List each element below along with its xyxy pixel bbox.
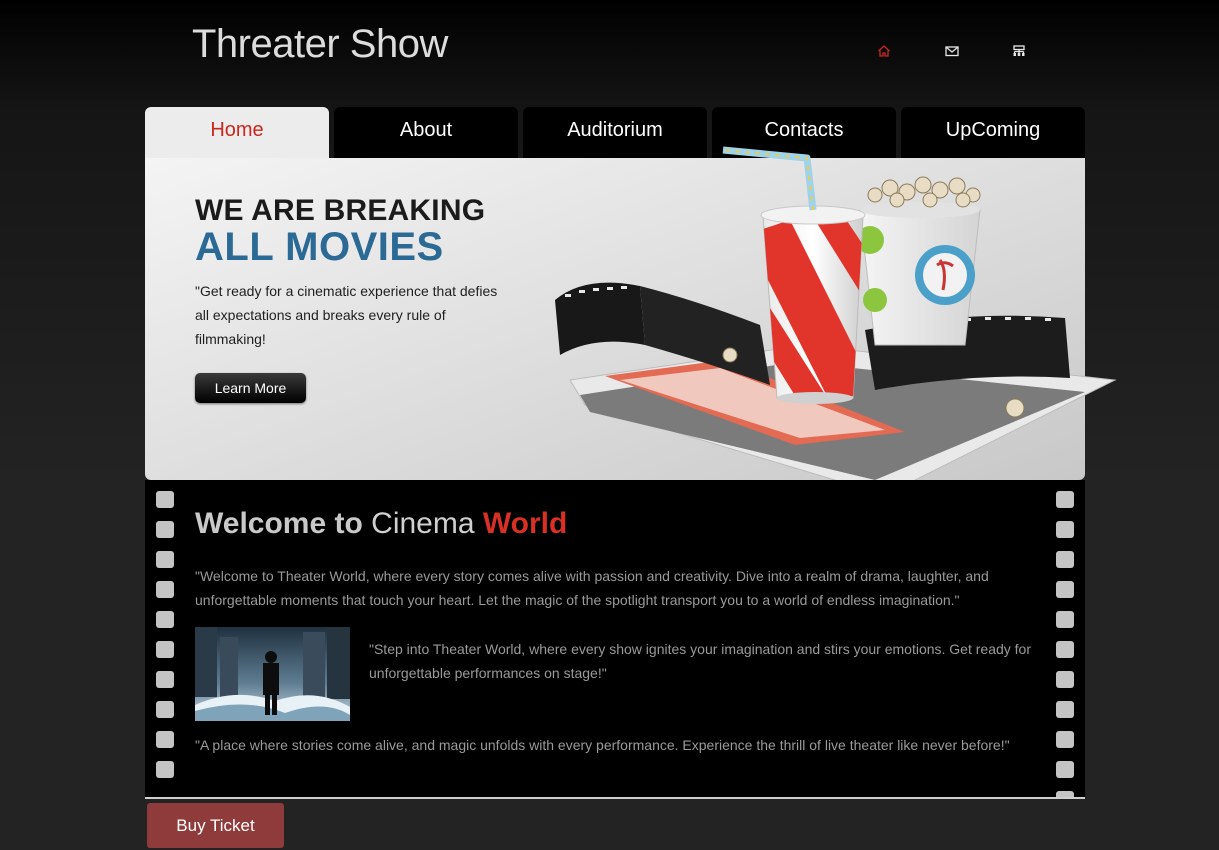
tab-home[interactable]: Home xyxy=(145,107,329,158)
film-perforation xyxy=(156,521,174,538)
welcome-heading: Welcome to Cinema World xyxy=(195,507,567,541)
film-perforation xyxy=(156,611,174,628)
film-perforation xyxy=(1056,701,1074,718)
film-perforation xyxy=(1056,611,1074,628)
film-perforation xyxy=(156,701,174,718)
sitemap-icon[interactable] xyxy=(1011,43,1027,59)
film-perforation xyxy=(1056,521,1074,538)
hero-heading: WE ARE BREAKING xyxy=(195,194,486,227)
film-perforation xyxy=(156,551,174,568)
film-perforation xyxy=(156,731,174,748)
film-perforation xyxy=(1056,581,1074,598)
film-perforation xyxy=(1056,551,1074,568)
tab-about[interactable]: About xyxy=(334,107,518,158)
movie-still-image xyxy=(195,627,350,721)
buy-ticket-button[interactable]: Buy Ticket xyxy=(147,803,284,848)
stories-paragraph: "A place where stories come alive, and m… xyxy=(195,737,1010,753)
film-perforation xyxy=(1056,761,1074,778)
welcome-heading-part1: Welcome to xyxy=(195,507,372,540)
film-perforation xyxy=(156,761,174,778)
learn-more-button[interactable]: Learn More xyxy=(195,373,306,403)
intro-paragraph: "Welcome to Theater World, where every s… xyxy=(195,568,989,608)
home-icon[interactable] xyxy=(876,43,892,59)
site-title: Threater Show xyxy=(192,22,448,66)
film-perforation xyxy=(1056,641,1074,658)
film-perforation xyxy=(1056,671,1074,688)
film-perforation xyxy=(156,671,174,688)
welcome-heading-accent: World xyxy=(482,507,568,540)
hero-subheading: ALL MOVIES xyxy=(195,225,444,269)
step-in-paragraph: "Step into Theater World, where every sh… xyxy=(369,641,1031,681)
cinema-snacks-image xyxy=(555,146,1117,496)
film-perforation xyxy=(156,641,174,658)
film-perforation xyxy=(1056,491,1074,508)
mail-icon[interactable] xyxy=(944,43,960,59)
film-perforation xyxy=(156,581,174,598)
film-perforation xyxy=(156,491,174,508)
header-icons xyxy=(876,43,1036,59)
divider xyxy=(145,797,1085,799)
welcome-heading-part2: Cinema xyxy=(371,507,483,540)
hero-text: "Get ready for a cinematic experience th… xyxy=(195,283,498,347)
